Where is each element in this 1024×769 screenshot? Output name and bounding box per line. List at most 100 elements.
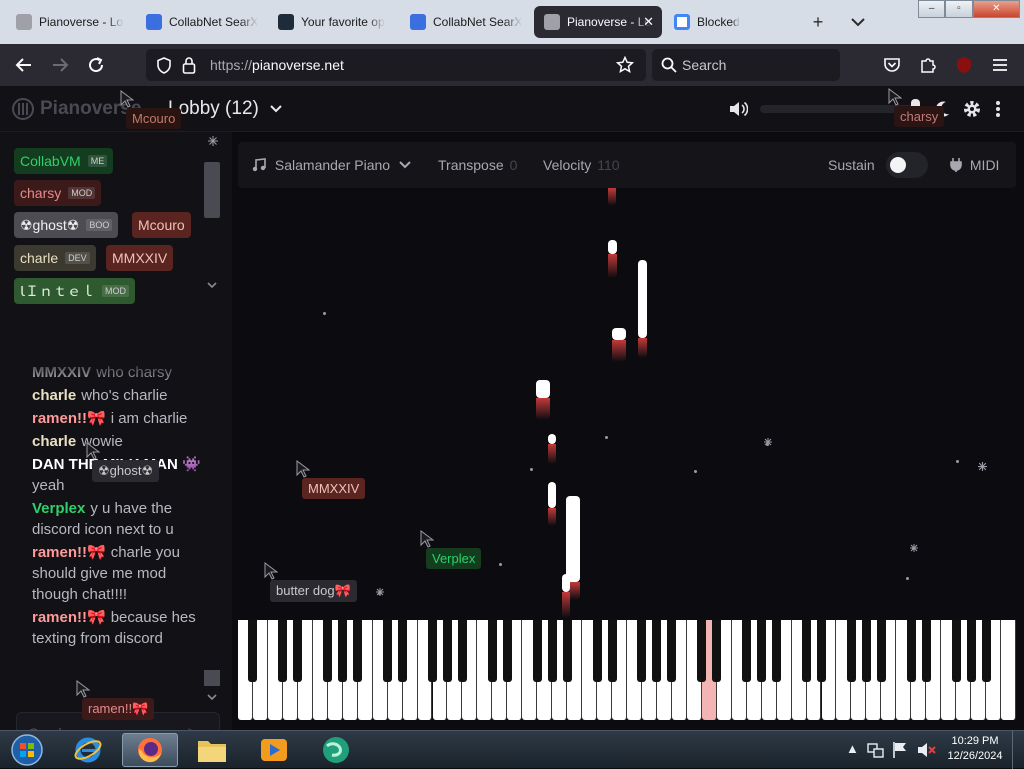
piano-black-key[interactable] bbox=[338, 620, 348, 682]
start-button[interactable] bbox=[0, 733, 54, 767]
volume-muted-icon[interactable] bbox=[916, 741, 936, 759]
chat-author[interactable]: Verplex bbox=[32, 500, 85, 517]
chat-author[interactable]: charle bbox=[32, 433, 76, 450]
piano-black-key[interactable] bbox=[502, 620, 512, 682]
piano-black-key[interactable] bbox=[861, 620, 871, 682]
maximize-button[interactable]: ▫ bbox=[945, 0, 973, 18]
back-button[interactable] bbox=[10, 52, 38, 78]
piano-black-key[interactable] bbox=[293, 620, 303, 682]
close-window-button[interactable]: ✕ bbox=[972, 0, 1020, 18]
user-chip[interactable]: ☢ghost☢ BOO bbox=[14, 212, 119, 238]
piano-black-key[interactable] bbox=[951, 620, 961, 682]
taskbar-file-explorer[interactable] bbox=[184, 733, 240, 767]
piano-black-key[interactable] bbox=[637, 620, 647, 682]
piano-black-key[interactable] bbox=[697, 620, 707, 682]
ublock-origin-button[interactable] bbox=[950, 52, 978, 78]
piano-black-key[interactable] bbox=[966, 620, 976, 682]
search-bar[interactable]: Search bbox=[652, 49, 840, 81]
browser-tab[interactable]: Pianoverse - Lob ✕ bbox=[534, 6, 662, 38]
taskbar-firefox[interactable] bbox=[122, 733, 178, 767]
gear-icon[interactable] bbox=[962, 99, 982, 119]
user-chip[interactable]: charle DEV bbox=[14, 245, 96, 271]
piano-black-key[interactable] bbox=[428, 620, 437, 682]
piano-black-key[interactable] bbox=[547, 620, 557, 682]
piano-black-key[interactable] bbox=[757, 620, 767, 682]
piano-black-key[interactable] bbox=[398, 620, 408, 682]
browser-tab[interactable]: Pianoverse - Lob bbox=[6, 6, 124, 38]
piano-black-key[interactable] bbox=[742, 620, 752, 682]
piano-black-key[interactable] bbox=[802, 620, 812, 682]
piano-white-key[interactable] bbox=[1001, 620, 1016, 720]
chevron-down-icon[interactable] bbox=[207, 694, 217, 701]
piano-black-key[interactable] bbox=[592, 620, 602, 682]
taskbar-internet-explorer[interactable] bbox=[60, 733, 116, 767]
piano-black-key[interactable] bbox=[383, 620, 393, 682]
url-bar[interactable]: https://pianoverse.net bbox=[146, 49, 646, 81]
velocity-control[interactable]: Velocity 110 bbox=[543, 157, 620, 173]
taskbar-media-player[interactable] bbox=[246, 733, 302, 767]
piano-keyboard[interactable] bbox=[238, 620, 1016, 720]
chat-author[interactable]: ramen!!🎀 bbox=[32, 410, 106, 427]
close-tab-icon[interactable]: ✕ bbox=[643, 14, 654, 30]
url-text[interactable]: https://pianoverse.net bbox=[210, 57, 344, 73]
user-chip[interactable]: CollabVM ME bbox=[14, 148, 114, 174]
taskbar-clock[interactable]: 10:29 PM 12/26/2024 bbox=[940, 734, 1010, 764]
bookmark-star-icon[interactable] bbox=[616, 56, 634, 74]
piano-black-key[interactable] bbox=[248, 620, 258, 682]
reload-button[interactable] bbox=[82, 52, 110, 78]
piano-black-key[interactable] bbox=[921, 620, 931, 682]
piano-black-key[interactable] bbox=[607, 620, 617, 682]
lock-icon[interactable] bbox=[182, 56, 196, 74]
browser-tab[interactable]: CollabNet SearX bbox=[400, 6, 528, 38]
chat-author[interactable]: charle bbox=[32, 387, 76, 404]
piano-black-key[interactable] bbox=[562, 620, 572, 682]
piano-black-key[interactable] bbox=[846, 620, 856, 682]
action-center-flag-icon[interactable] bbox=[892, 741, 908, 759]
chat-author[interactable]: ramen!!🎀 bbox=[32, 609, 106, 626]
piano-black-key[interactable] bbox=[323, 620, 333, 682]
midi-button[interactable]: MIDI bbox=[950, 157, 999, 173]
instrument-selector[interactable]: Salamander Piano bbox=[252, 157, 411, 173]
piano-black-key[interactable] bbox=[981, 620, 991, 682]
lobby-selector[interactable]: Lobby (12) bbox=[168, 98, 282, 120]
piano-black-key[interactable] bbox=[772, 620, 782, 682]
minimize-button[interactable]: – bbox=[918, 0, 946, 18]
piano-black-key[interactable] bbox=[487, 620, 497, 682]
show-desktop-button[interactable] bbox=[1012, 731, 1024, 769]
user-chip[interactable]: Mcouro bbox=[132, 212, 191, 238]
piano-black-key[interactable] bbox=[906, 620, 916, 682]
browser-tab[interactable]: Blocked bbox=[664, 6, 792, 38]
pocket-button[interactable] bbox=[878, 52, 906, 78]
network-icon[interactable] bbox=[866, 741, 884, 759]
piano-black-key[interactable] bbox=[457, 620, 467, 682]
scrollbar-thumb[interactable] bbox=[204, 162, 220, 218]
show-hidden-icons-button[interactable]: ▲ bbox=[846, 741, 859, 756]
app-menu-button[interactable] bbox=[986, 52, 1014, 78]
sustain-toggle[interactable] bbox=[886, 152, 928, 178]
piano-black-key[interactable] bbox=[442, 620, 452, 682]
forward-button[interactable] bbox=[46, 52, 74, 78]
volume-icon[interactable] bbox=[728, 100, 748, 118]
piano-black-key[interactable] bbox=[876, 620, 886, 682]
shield-icon[interactable] bbox=[156, 57, 172, 74]
user-chip[interactable]: charsy MOD bbox=[14, 180, 102, 206]
more-options-icon[interactable] bbox=[995, 100, 1001, 118]
piano-black-key[interactable] bbox=[353, 620, 363, 682]
list-all-tabs-button[interactable] bbox=[844, 8, 872, 36]
transpose-control[interactable]: Transpose 0 bbox=[438, 157, 517, 173]
piano-black-key[interactable] bbox=[652, 620, 662, 682]
piano-black-key[interactable] bbox=[712, 620, 722, 682]
browser-tab[interactable]: Your favorite op bbox=[268, 6, 396, 38]
new-tab-button[interactable]: + bbox=[804, 8, 832, 36]
piano-black-key[interactable] bbox=[817, 620, 826, 682]
piano-black-key[interactable] bbox=[532, 620, 542, 682]
chat-scrollbar-thumb[interactable] bbox=[204, 670, 220, 686]
browser-tab[interactable]: CollabNet SearX bbox=[136, 6, 264, 38]
taskbar-collabvm[interactable] bbox=[308, 733, 364, 767]
piano-black-key[interactable] bbox=[278, 620, 288, 682]
piano-black-key[interactable] bbox=[667, 620, 677, 682]
chat-author[interactable]: ramen!!🎀 bbox=[32, 544, 106, 561]
user-chip[interactable]: ꙆＩｎｔｅｌ MOD bbox=[14, 278, 135, 304]
extensions-button[interactable] bbox=[914, 52, 942, 78]
user-list-scrollbar[interactable] bbox=[204, 136, 220, 304]
